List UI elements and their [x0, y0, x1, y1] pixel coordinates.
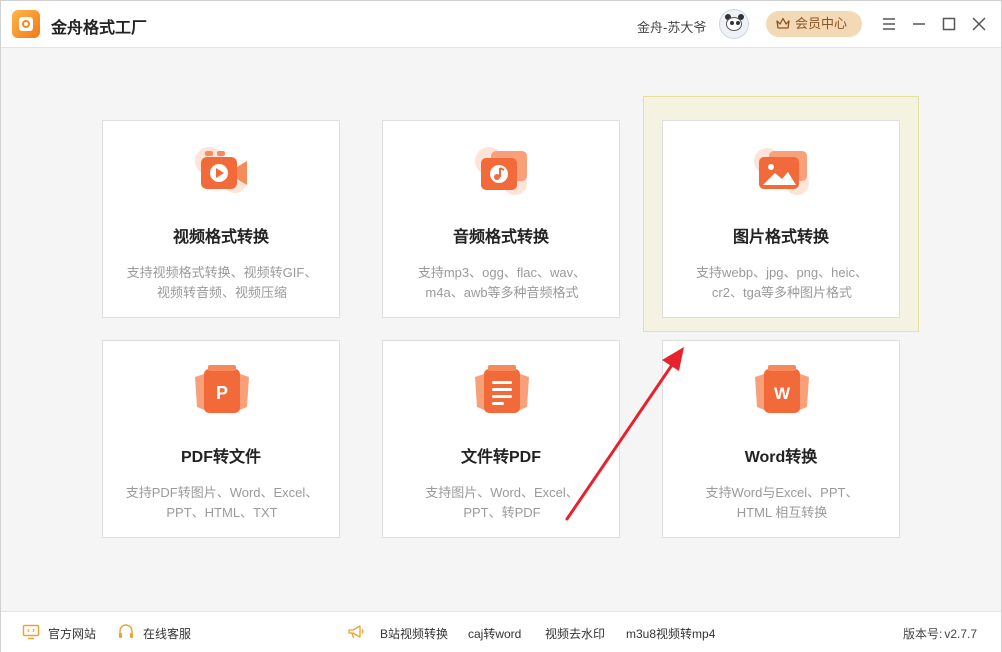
bilibili-convert-link[interactable]: B站视频转换 [380, 625, 448, 642]
close-icon[interactable] [969, 14, 989, 34]
app-logo-icon [12, 10, 40, 38]
audio-icon [475, 147, 527, 195]
card-title: 文件转PDF [460, 449, 541, 466]
app-title: 金舟格式工厂 [51, 20, 148, 37]
card-title: 音频格式转换 [452, 229, 549, 246]
card-description: 支持视频格式转换、视频转GIF、 视频转音频、视频压缩 [126, 265, 318, 300]
video-icon [195, 147, 247, 193]
card-pdf-to-file[interactable]: P PDF转文件 支持PDF转图片、Word、Excel、 PPT、HTML、TX… [102, 340, 340, 538]
app-window: 金舟格式工厂 金舟-苏大爷 会员中心 视频格式转换 支持视频格式转换、视频转GI… [0, 0, 1002, 652]
megaphone-icon [348, 625, 364, 639]
svg-text:W: W [774, 384, 791, 403]
user-name[interactable]: 金舟-苏大爷 [637, 17, 706, 36]
card-video-convert[interactable]: 视频格式转换 支持视频格式转换、视频转GIF、 视频转音频、视频压缩 [102, 120, 340, 318]
title-bar: 金舟格式工厂 金舟-苏大爷 会员中心 [1, 1, 1001, 48]
version-info: 版本号: v2.7.7 [903, 627, 978, 641]
remove-watermark-link[interactable]: 视频去水印 [545, 625, 605, 642]
official-website-link[interactable]: 官方网站 [48, 625, 96, 642]
headset-icon [119, 624, 133, 638]
card-title: PDF转文件 [180, 449, 261, 466]
vip-center-label: 会员中心 [795, 16, 848, 31]
card-file-to-pdf[interactable]: 文件转PDF 支持图片、Word、Excel、 PPT、转PDF [382, 340, 620, 538]
word-icon: W [755, 365, 809, 413]
crown-icon [776, 17, 790, 29]
card-title: Word转换 [744, 449, 818, 466]
card-word-convert[interactable]: W Word转换 支持Word与Excel、PPT、 HTML 相互转换 [662, 340, 900, 538]
monitor-icon [22, 624, 40, 640]
caj-to-word-link[interactable]: caj转word [468, 625, 521, 642]
menu-icon[interactable] [879, 14, 899, 34]
vip-center-button[interactable]: 会员中心 [766, 11, 862, 37]
m3u8-to-mp4-link[interactable]: m3u8视频转mp4 [626, 625, 715, 642]
status-bar: 官方网站 在线客服 B站视频转换 caj转word 视频去水印 m3u8视频转m… [1, 611, 1001, 652]
pdf-icon: P [195, 365, 249, 413]
image-icon [754, 148, 809, 195]
card-description: 支持mp3、ogg、flac、wav、 m4a、awb等多种音频格式 [417, 265, 587, 300]
svg-text:P: P [216, 383, 228, 403]
card-description: 支持webp、jpg、png、heic、 cr2、tga等多种图片格式 [696, 265, 868, 300]
card-image-convert[interactable]: 图片格式转换 支持webp、jpg、png、heic、 cr2、tga等多种图片格… [662, 120, 900, 318]
card-description: 支持PDF转图片、Word、Excel、 PPT、HTML、TXT [125, 485, 319, 520]
maximize-icon[interactable] [939, 14, 959, 34]
online-support-link[interactable]: 在线客服 [143, 625, 191, 642]
document-icon [475, 365, 529, 413]
minimize-icon[interactable] [909, 14, 929, 34]
avatar[interactable] [719, 9, 749, 39]
card-description: 支持Word与Excel、PPT、 HTML 相互转换 [705, 485, 859, 520]
card-title: 视频格式转换 [172, 229, 269, 246]
card-description: 支持图片、Word、Excel、 PPT、转PDF [425, 485, 579, 520]
card-audio-convert[interactable]: 音频格式转换 支持mp3、ogg、flac、wav、 m4a、awb等多种音频格式 [382, 120, 620, 318]
card-title: 图片格式转换 [732, 229, 829, 246]
